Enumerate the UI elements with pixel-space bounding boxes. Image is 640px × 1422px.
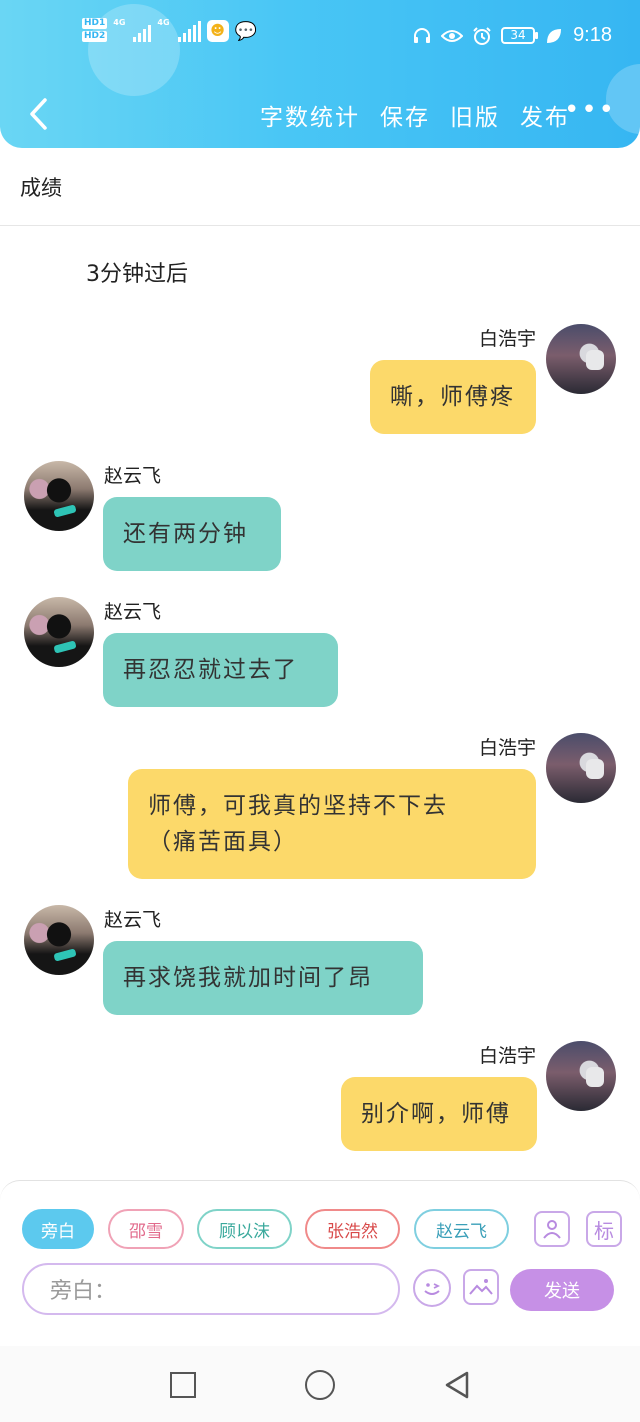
status-bar: HD1 HD2 4G 4G ☻ 💬 34 9:18	[0, 14, 640, 60]
app-header: HD1 HD2 4G 4G ☻ 💬 34 9:18 字数统计 保存 旧版 发布 …	[0, 0, 640, 148]
message-bubble[interactable]: 再忍忍就过去了	[103, 633, 338, 707]
role-chip[interactable]: 张浩然	[305, 1209, 400, 1249]
speaker-name: 白浩宇	[478, 737, 536, 759]
image-icon	[469, 1279, 493, 1295]
message-bubble[interactable]: 师傅，可我真的坚持不下去 （痛苦面具）	[128, 769, 536, 879]
composer-panel: 旁白 邵雪 顾以沫 张浩然 赵云飞 标 旁白： 发送	[0, 1180, 640, 1316]
network-label: 4G	[157, 18, 170, 27]
tag-button[interactable]: 标	[586, 1211, 622, 1247]
speaker-name: 白浩宇	[478, 328, 536, 350]
system-back-button[interactable]	[440, 1368, 474, 1402]
message-bubble[interactable]: 还有两分钟	[103, 497, 281, 571]
person-icon	[543, 1220, 561, 1239]
hd1-label: HD1	[82, 18, 108, 29]
editor-toolbar: 字数统计 保存 旧版 发布 •••	[0, 88, 640, 140]
hd-indicator: HD1 HD2	[82, 18, 108, 44]
avatar	[546, 733, 616, 803]
publish-button[interactable]: 发布	[520, 98, 570, 132]
message-text: 别介啊，师傅	[361, 1101, 511, 1127]
signal-icon	[177, 20, 201, 42]
status-right: 34 9:18	[411, 24, 612, 47]
clock-time: 9:18	[573, 24, 612, 46]
message-text-line: （痛苦面具）	[148, 829, 298, 855]
message-input[interactable]: 旁白：	[22, 1263, 400, 1315]
battery-indicator: 34	[501, 27, 539, 44]
role-chip[interactable]: 顾以沫	[197, 1209, 292, 1249]
old-version-button[interactable]: 旧版	[450, 98, 500, 132]
wechat-icon: 💬	[234, 20, 257, 42]
tag-icon: 标	[594, 1218, 614, 1243]
eye-icon	[441, 25, 464, 47]
more-options-button[interactable]: •••	[564, 97, 616, 123]
save-button[interactable]: 保存	[380, 98, 430, 132]
message-text: 嘶，师傅疼	[390, 384, 515, 410]
message-bubble[interactable]: 再求饶我就加时间了昂	[103, 941, 423, 1015]
leaf-icon	[543, 25, 565, 47]
avatar	[24, 461, 94, 531]
square-icon	[170, 1372, 196, 1398]
message-text: 再忍忍就过去了	[123, 657, 298, 683]
message-bubble[interactable]: 别介啊，师傅	[341, 1077, 537, 1151]
avatar	[546, 324, 616, 394]
role-chip-narrator[interactable]: 旁白	[22, 1209, 94, 1249]
speaker-name: 赵云飞	[104, 601, 162, 623]
avatar	[546, 1041, 616, 1111]
word-count-button[interactable]: 字数统计	[260, 98, 360, 132]
message-text: 再求饶我就加时间了昂	[123, 965, 373, 991]
home-button[interactable]	[303, 1368, 337, 1402]
alarm-icon	[471, 25, 493, 47]
triangle-back-icon	[445, 1371, 469, 1399]
system-navigation-bar	[0, 1346, 640, 1422]
chevron-left-icon	[30, 98, 47, 130]
emoji-button[interactable]	[413, 1269, 451, 1307]
speaker-name: 赵云飞	[104, 909, 162, 931]
avatar	[24, 597, 94, 667]
emoji-icon	[424, 1283, 441, 1295]
toolbar-actions: 字数统计 保存 旧版 发布	[260, 98, 570, 132]
speaker-name: 白浩宇	[478, 1045, 536, 1067]
role-chip[interactable]: 赵云飞	[414, 1209, 509, 1249]
recent-apps-button[interactable]	[166, 1368, 200, 1402]
headphones-icon	[411, 25, 433, 47]
circle-icon	[305, 1370, 335, 1400]
status-left: HD1 HD2 4G 4G ☻ 💬	[82, 18, 257, 44]
message-text-line: 师傅，可我真的坚持不下去	[148, 793, 448, 819]
app-notification-icon: ☻	[206, 20, 229, 42]
message-input-value: 旁白：	[50, 1279, 117, 1304]
message-bubble[interactable]: 嘶，师傅疼	[370, 360, 536, 434]
hd2-label: HD2	[82, 31, 108, 42]
network-label: 4G	[113, 18, 126, 27]
role-manage-button[interactable]	[534, 1211, 570, 1247]
back-button[interactable]	[18, 94, 58, 134]
avatar	[24, 905, 94, 975]
narration-text[interactable]: 3分钟过后	[86, 256, 188, 288]
role-chip[interactable]: 邵雪	[108, 1209, 184, 1249]
send-button[interactable]: 发送	[510, 1269, 614, 1311]
divider	[0, 225, 640, 226]
signal-icon	[133, 20, 152, 42]
image-button[interactable]	[463, 1269, 499, 1305]
message-text: 还有两分钟	[123, 521, 248, 547]
document-title[interactable]: 成绩	[20, 172, 62, 202]
speaker-name: 赵云飞	[104, 465, 162, 487]
